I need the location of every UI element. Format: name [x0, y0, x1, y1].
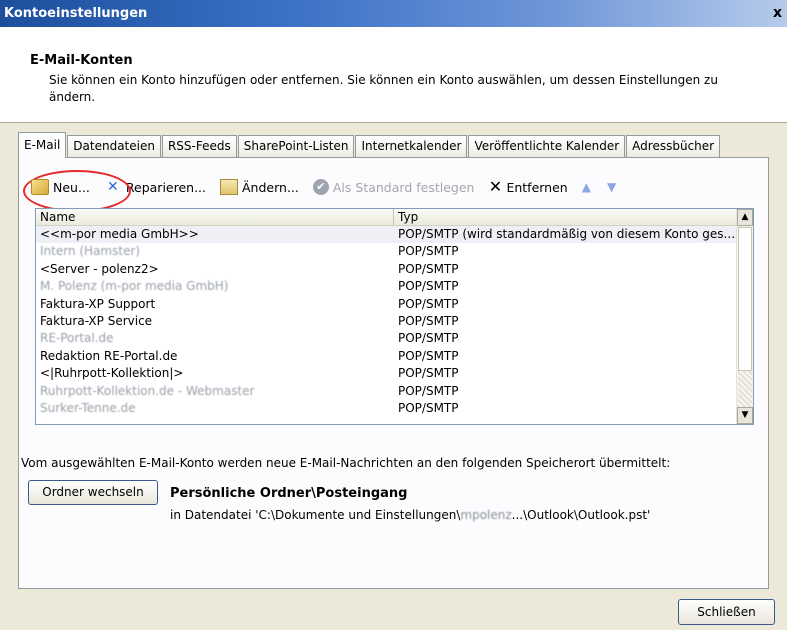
set-default-button[interactable]: ✔ Als Standard festlegen [312, 179, 475, 195]
account-name: Redaktion RE-Portal.de [40, 348, 178, 363]
tab-datendateien[interactable]: Datendateien [67, 135, 161, 157]
account-row[interactable]: <<m-por media GmbH>> POP/SMTP (wird stan… [36, 226, 737, 244]
account-name: <<m-por media GmbH>> [40, 227, 199, 241]
account-type: POP/SMTP [398, 279, 459, 294]
account-row[interactable]: Ruhrpott-Kollektion.de - Webmaster POP/S… [36, 383, 737, 400]
account-name: Intern (Hamster) [40, 244, 141, 259]
remove-label: Entfernen [506, 179, 568, 195]
account-type: POP/SMTP [398, 331, 459, 346]
account-rows: <<m-por media GmbH>> POP/SMTP (wird stan… [36, 226, 737, 417]
vertical-scrollbar[interactable]: ▲ ▼ [736, 209, 753, 424]
account-type: POP/SMTP [398, 313, 459, 328]
data-file-prefix: in Datendatei 'C:\Dokumente und Einstell… [170, 508, 461, 522]
window-title: Kontoeinstellungen [4, 6, 148, 21]
data-file-path: in Datendatei 'C:\Dokumente und Einstell… [170, 508, 650, 522]
account-type: POP/SMTP [398, 244, 459, 259]
title-bar: Kontoeinstellungen x [0, 0, 787, 27]
column-header-name[interactable]: Name [36, 209, 394, 226]
checkmark-icon: ✔ [312, 179, 329, 195]
account-type: POP/SMTP [398, 400, 459, 415]
account-name: <|Ruhrpott-Kollektion|> [40, 366, 184, 381]
account-type: POP/SMTP [398, 383, 459, 398]
scroll-thumb[interactable] [738, 227, 752, 371]
account-row[interactable]: Redaktion RE-Portal.de POP/SMTP [36, 348, 737, 365]
change-folder-button[interactable]: Ordner wechseln [28, 480, 158, 505]
column-header-type[interactable]: Typ [394, 209, 737, 226]
account-type: POP/SMTP [398, 366, 459, 381]
account-row[interactable]: Surker-Tenne.de POP/SMTP [36, 400, 737, 417]
tab-rss-feeds[interactable]: RSS-Feeds [161, 135, 237, 157]
account-name: Faktura-XP Service [40, 313, 153, 328]
account-name: Ruhrpott-Kollektion.de - Webmaster [40, 383, 255, 398]
move-down-icon[interactable]: ▼ [607, 180, 616, 194]
tab-adressbuecher[interactable]: Adressbücher [626, 135, 721, 157]
change-label: Ändern... [242, 179, 299, 195]
account-row[interactable]: M. Polenz (m-por media GmbH) POP/SMTP [36, 278, 737, 295]
account-row[interactable]: Intern (Hamster) POP/SMTP [36, 243, 737, 260]
remove-button[interactable]: ✕ Entfernen [488, 177, 568, 196]
account-name: Surker-Tenne.de [40, 400, 136, 415]
scroll-up-icon[interactable]: ▲ [737, 209, 753, 226]
repair-label: Reparieren... [125, 179, 206, 195]
scroll-down-icon[interactable]: ▼ [737, 407, 753, 424]
account-toolbar: Neu... ✕ Reparieren... Ändern... ✔ Als S… [23, 170, 632, 212]
data-file-suffix: ...\Outlook\Outlook.pst' [511, 508, 651, 522]
new-account-button[interactable]: Neu... [23, 170, 131, 212]
account-name: M. Polenz (m-por media GmbH) [40, 279, 229, 294]
account-type: POP/SMTP [398, 296, 459, 311]
dialog-header: E-Mail-Konten Sie können ein Konto hinzu… [0, 27, 787, 123]
account-row[interactable]: RE-Portal.de POP/SMTP [36, 330, 737, 347]
account-name: Faktura-XP Support [40, 296, 156, 311]
account-row[interactable]: Faktura-XP Service POP/SMTP [36, 313, 737, 330]
account-list: Name Typ <<m-por media GmbH>> POP/SMTP (… [35, 208, 754, 425]
email-tab-panel: Neu... ✕ Reparieren... Ändern... ✔ Als S… [18, 157, 769, 589]
scroll-track[interactable] [738, 371, 752, 407]
account-settings-window: Kontoeinstellungen x E-Mail-Konten Sie k… [0, 0, 787, 630]
account-row[interactable]: <Server - polenz2> POP/SMTP [36, 261, 737, 278]
tab-sharepoint-listen[interactable]: SharePoint-Listen [237, 135, 355, 157]
repair-icon: ✕ [107, 179, 119, 195]
account-row[interactable]: Faktura-XP Support POP/SMTP [36, 296, 737, 313]
data-file-user: mpolenz [460, 508, 512, 522]
account-name: RE-Portal.de [40, 331, 114, 346]
account-type: POP/SMTP [398, 348, 459, 363]
change-button[interactable]: Ändern... [220, 179, 299, 195]
tab-email[interactable]: E-Mail [18, 132, 67, 158]
repair-button[interactable]: ✕ Reparieren... [104, 179, 206, 195]
account-row[interactable]: <|Ruhrpott-Kollektion|> POP/SMTP [36, 365, 737, 382]
close-button[interactable]: Schließen [678, 599, 775, 625]
set-default-label: Als Standard festlegen [332, 179, 475, 195]
list-header: Name Typ [36, 209, 737, 226]
change-icon [220, 179, 238, 195]
move-up-icon[interactable]: ▲ [582, 180, 591, 194]
tab-strip: E-Mail Datendateien RSS-Feeds SharePoint… [18, 132, 721, 158]
section-title: E-Mail-Konten [30, 53, 133, 68]
tab-internetkalender[interactable]: Internetkalender [355, 135, 468, 157]
delivery-folder-path: Persönliche Ordner\Posteingang [170, 486, 408, 501]
section-description: Sie können ein Konto hinzufügen oder ent… [49, 73, 718, 104]
account-type: POP/SMTP [398, 261, 459, 276]
delivery-location-description: Vom ausgewählten E-Mail-Konto werden neu… [21, 456, 671, 470]
account-name: <Server - polenz2> [40, 261, 159, 276]
account-type: POP/SMTP (wird standardmäßig von diesem … [398, 227, 736, 241]
tab-veroeffentlichte-kalender[interactable]: Veröffentlichte Kalender [468, 135, 626, 157]
close-window-icon[interactable]: x [773, 0, 787, 27]
remove-icon: ✕ [488, 177, 503, 196]
new-account-icon [31, 179, 49, 195]
